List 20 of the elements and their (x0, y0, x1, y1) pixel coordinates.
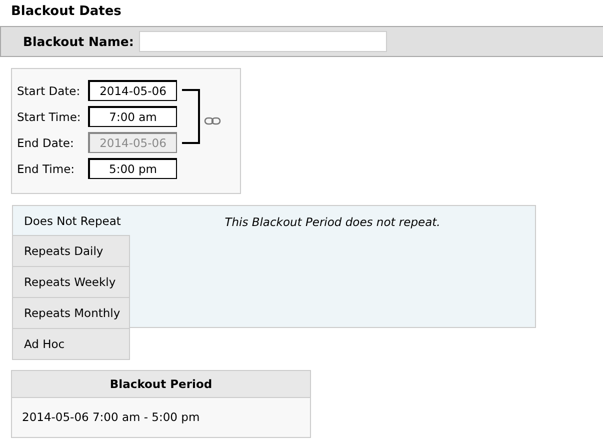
table-cell: 2014-05-06 7:00 am - 5:00 pm (12, 398, 310, 437)
page-title: Blackout Dates (11, 4, 122, 21)
field-label: Start Time: (17, 110, 82, 124)
repeat-message: This Blackout Period does not repeat. (224, 215, 442, 229)
bracket-line (182, 89, 200, 144)
repeat-tab[interactable]: Ad Hoc (12, 329, 130, 360)
link-icon[interactable] (204, 117, 221, 125)
time-field[interactable]: 7:00 am (88, 106, 177, 127)
repeat-tab[interactable]: Repeats Weekly (12, 267, 130, 298)
time-field[interactable]: 5:00 pm (88, 158, 177, 179)
field-label: Start Date: (17, 84, 82, 98)
name-input[interactable] (138, 31, 387, 52)
field-label: End Time: (17, 162, 76, 176)
field-label: End Date: (17, 136, 75, 150)
repeat-tab[interactable]: Does Not Repeat (12, 205, 130, 236)
name-label: Blackout Name: (23, 34, 134, 49)
repeat-tab[interactable]: Repeats Daily (12, 236, 130, 267)
date-field[interactable]: 2014-05-06 (88, 80, 177, 101)
table-header: Blackout Period (12, 371, 310, 398)
repeat-tab[interactable]: Repeats Monthly (12, 298, 130, 329)
